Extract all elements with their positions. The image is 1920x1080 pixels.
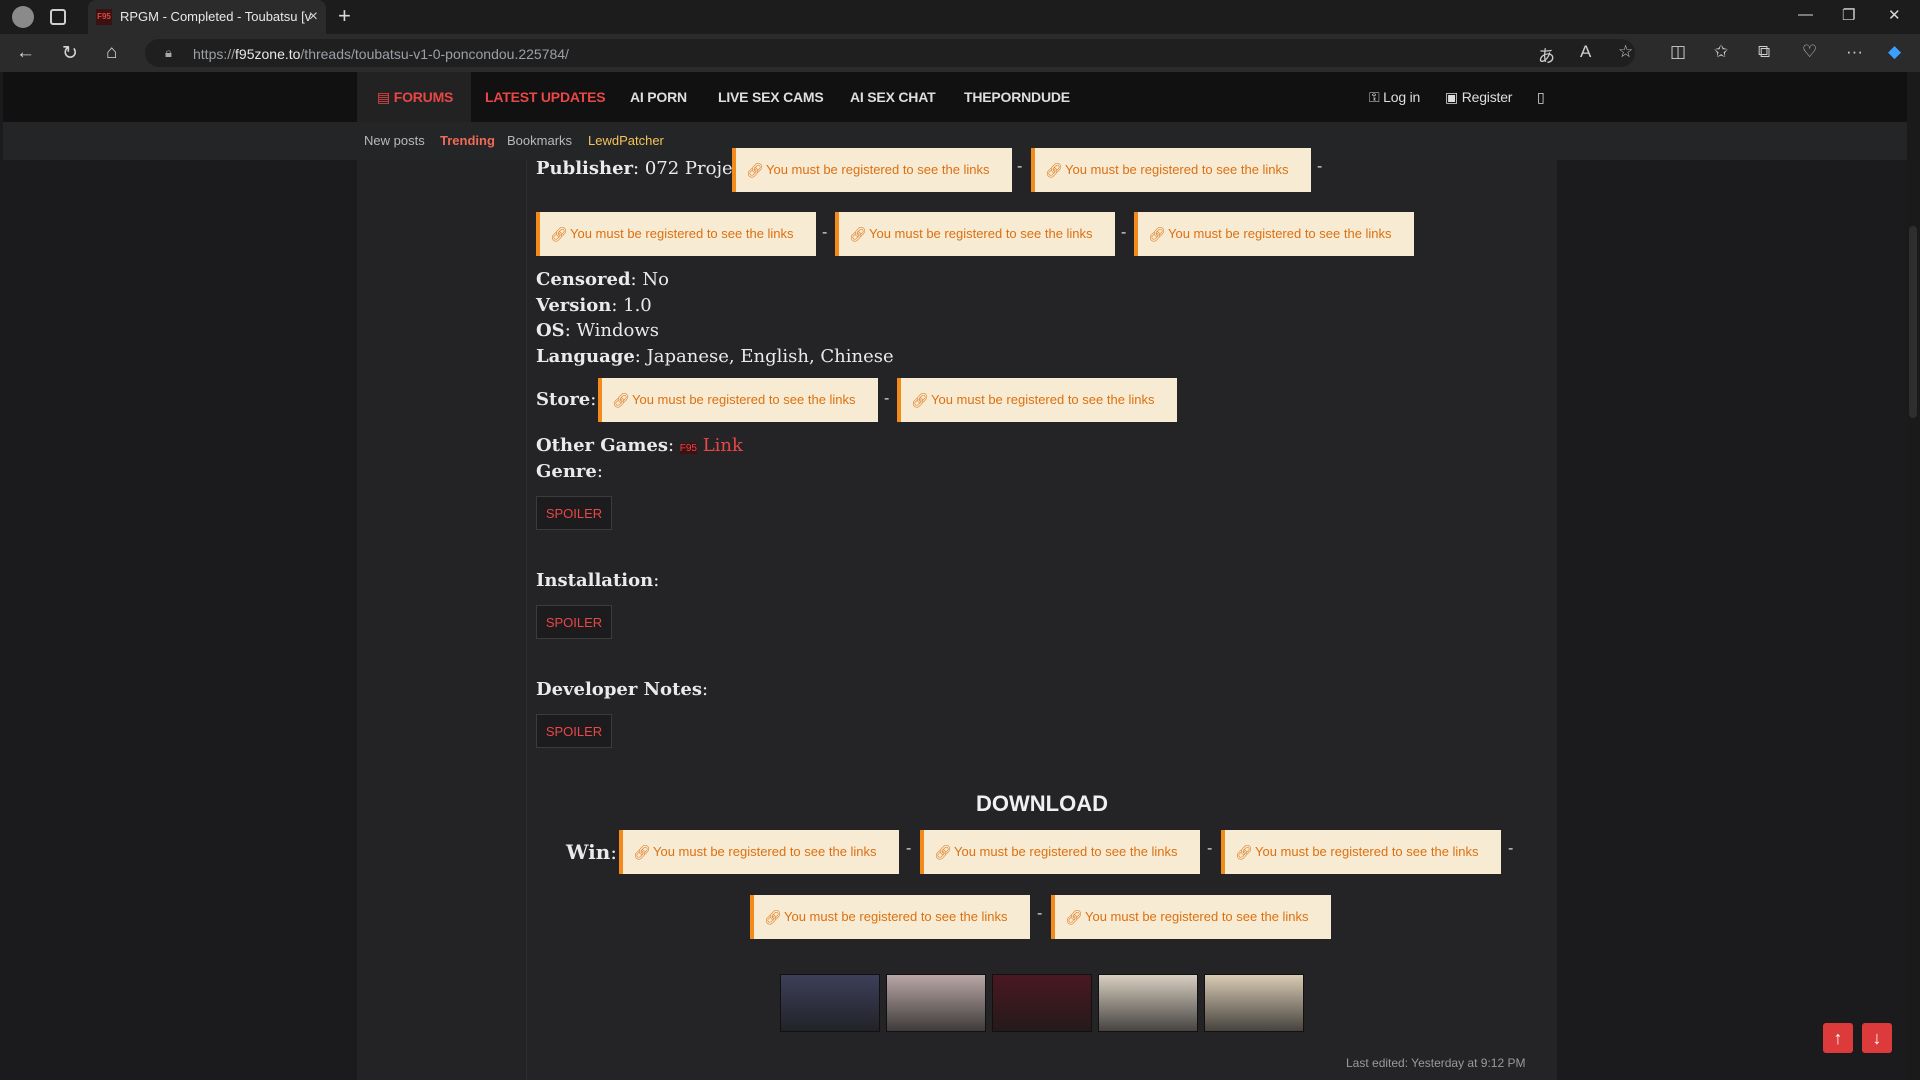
nav-lewdpatcher[interactable]: LewdPatcher — [588, 133, 664, 148]
developer-notes-spoiler-button[interactable]: SPOILER — [536, 714, 612, 748]
publisher-link-1[interactable]: 🔗︎ You must be registered to see the link… — [732, 148, 1012, 192]
address-bar-row: ← ↻ ⌂ 🔒︎ https://f95zone.to/threads/toub… — [0, 34, 1920, 72]
browser-chrome: F95 RPGM - Completed - Toubatsu [v × + —… — [0, 0, 1920, 72]
nav-theporndude[interactable]: THEPORNDUDE — [964, 89, 1070, 105]
profile-icon[interactable] — [12, 6, 34, 28]
screenshot-thumbnail[interactable] — [1204, 974, 1304, 1032]
restore-icon[interactable]: ❐ — [1842, 6, 1855, 24]
link-icon: 🔗︎ — [764, 909, 782, 925]
link-icon: 🔗︎ — [1045, 162, 1063, 178]
win-link-1[interactable]: 🔗︎ You must be registered to see the link… — [619, 830, 899, 874]
link-icon: 🔗︎ — [550, 226, 568, 242]
os-line: OS: Windows — [536, 320, 660, 341]
scrollbar[interactable] — [1907, 72, 1920, 1080]
other-games-line: Other Games: F95 Link — [536, 435, 743, 456]
download-heading: DOWNLOAD — [976, 791, 1108, 816]
close-window-icon[interactable]: ✕ — [1888, 6, 1901, 24]
win-line: Win: — [566, 840, 617, 864]
nav-live-sex-cams[interactable]: LIVE SEX CAMS — [718, 89, 824, 105]
favorites-icon[interactable]: ✩ — [1714, 42, 1728, 62]
installation-line: Installation: — [536, 570, 660, 591]
genre-spoiler-button[interactable]: SPOILER — [536, 496, 612, 530]
link-icon: 🔗︎ — [612, 392, 630, 408]
tab-bar: F95 RPGM - Completed - Toubatsu [v × + —… — [0, 0, 1920, 34]
nav-latest-updates[interactable]: LATEST UPDATES — [485, 89, 606, 105]
publisher-link-3[interactable]: 🔗︎ You must be registered to see the link… — [536, 212, 816, 256]
lock-icon[interactable]: 🔒︎ — [165, 45, 172, 61]
language-line: Language: Japanese, English, Chinese — [536, 346, 894, 367]
forums-icon: ▤ — [377, 89, 394, 105]
link-icon: 🔗︎ — [1148, 226, 1166, 242]
copilot-icon[interactable]: ◆ — [1888, 42, 1901, 62]
screenshot-thumbnail[interactable] — [780, 974, 880, 1032]
login-link[interactable]: ⚿ Log in — [1369, 89, 1420, 106]
browser-essentials-icon[interactable]: ♡ — [1802, 42, 1817, 62]
win-link-5[interactable]: 🔗︎ You must be registered to see the link… — [1051, 895, 1331, 939]
nav-bookmarks[interactable]: Bookmarks — [507, 133, 572, 148]
url-text[interactable]: https://f95zone.to/threads/toubatsu-v1-0… — [193, 46, 569, 62]
tab-actions-icon[interactable] — [50, 9, 66, 25]
nav-forums[interactable]: ▤ FORUMS — [377, 89, 453, 106]
link-icon: 🔗︎ — [934, 844, 952, 860]
screenshot-thumbnail[interactable] — [1098, 974, 1198, 1032]
key-icon: ⚿ — [1369, 89, 1384, 105]
publisher-link-5[interactable]: 🔗︎ You must be registered to see the link… — [1134, 212, 1414, 256]
split-screen-icon[interactable]: ◫ — [1670, 42, 1686, 62]
publisher-link-2[interactable]: 🔗︎ You must be registered to see the link… — [1031, 148, 1311, 192]
nav-new-posts[interactable]: New posts — [364, 133, 425, 148]
tab-title: RPGM - Completed - Toubatsu [v — [120, 9, 312, 24]
register-link[interactable]: ▣ Register — [1445, 89, 1512, 106]
store-link-2[interactable]: 🔗︎ You must be registered to see the link… — [897, 378, 1177, 422]
primary-nav: ▤ FORUMS LATEST UPDATES AI PORN LIVE SEX… — [3, 72, 1907, 122]
publisher-link-4[interactable]: 🔗︎ You must be registered to see the link… — [835, 212, 1115, 256]
win-link-3[interactable]: 🔗︎ You must be registered to see the link… — [1221, 830, 1501, 874]
link-icon: 🔗︎ — [849, 226, 867, 242]
more-icon[interactable]: ··· — [1846, 42, 1863, 62]
installation-spoiler-button[interactable]: SPOILER — [536, 605, 612, 639]
genre-line: Genre: — [536, 461, 603, 482]
refresh-icon[interactable]: ↻ — [62, 42, 78, 65]
tab-favicon-icon: F95 — [96, 9, 112, 25]
close-tab-icon[interactable]: × — [309, 0, 318, 34]
post-author-sidebar — [357, 160, 527, 1080]
minimize-icon[interactable]: — — [1798, 6, 1813, 23]
link-icon: 🔗︎ — [633, 844, 651, 860]
nav-trending[interactable]: Trending — [440, 133, 495, 148]
scrollbar-thumb[interactable] — [1909, 226, 1917, 418]
censored-line: Censored: No — [536, 269, 669, 290]
register-icon: ▣ — [1445, 89, 1462, 105]
publisher-line: Publisher: 072 Project — [536, 158, 751, 179]
f95-icon: F95 — [679, 443, 697, 454]
link-icon: 🔗︎ — [1235, 844, 1253, 860]
other-games-link[interactable]: Link — [703, 435, 743, 456]
search-toggle-icon[interactable]: ▯ — [1537, 89, 1545, 106]
home-icon[interactable]: ⌂ — [106, 42, 117, 64]
nav-ai-sex-chat[interactable]: AI SEX CHAT — [850, 89, 936, 105]
version-line: Version: 1.0 — [536, 295, 652, 316]
win-link-4[interactable]: 🔗︎ You must be registered to see the link… — [750, 895, 1030, 939]
translate-icon[interactable]: あ — [1538, 42, 1555, 67]
link-icon: 🔗︎ — [911, 392, 929, 408]
win-link-2[interactable]: 🔗︎ You must be registered to see the link… — [920, 830, 1200, 874]
last-edited-text: Last edited: Yesterday at 9:12 PM — [1346, 1056, 1526, 1070]
developer-notes-line: Developer Notes: — [536, 679, 709, 700]
scroll-bottom-button[interactable]: ↓ — [1862, 1023, 1892, 1053]
link-icon: 🔗︎ — [1065, 909, 1083, 925]
address-bar[interactable]: 🔒︎ https://f95zone.to/threads/toubatsu-v… — [145, 39, 1635, 67]
store-line: Store: — [536, 389, 597, 410]
screenshot-thumbnail[interactable] — [886, 974, 986, 1032]
collections-icon[interactable]: ⧉ — [1758, 42, 1770, 62]
link-icon: 🔗︎ — [746, 162, 764, 178]
scroll-top-button[interactable]: ↑ — [1823, 1023, 1853, 1053]
new-tab-icon[interactable]: + — [338, 3, 351, 29]
post-content — [527, 160, 1557, 1080]
nav-ai-porn[interactable]: AI PORN — [630, 89, 687, 105]
active-tab[interactable]: F95 RPGM - Completed - Toubatsu [v × — [88, 0, 326, 34]
store-link-1[interactable]: 🔗︎ You must be registered to see the link… — [598, 378, 878, 422]
favorite-star-icon[interactable]: ☆ — [1618, 42, 1633, 62]
screenshot-thumbnail[interactable] — [992, 974, 1092, 1032]
read-aloud-icon[interactable]: A — [1580, 42, 1591, 62]
back-icon[interactable]: ← — [16, 42, 35, 64]
